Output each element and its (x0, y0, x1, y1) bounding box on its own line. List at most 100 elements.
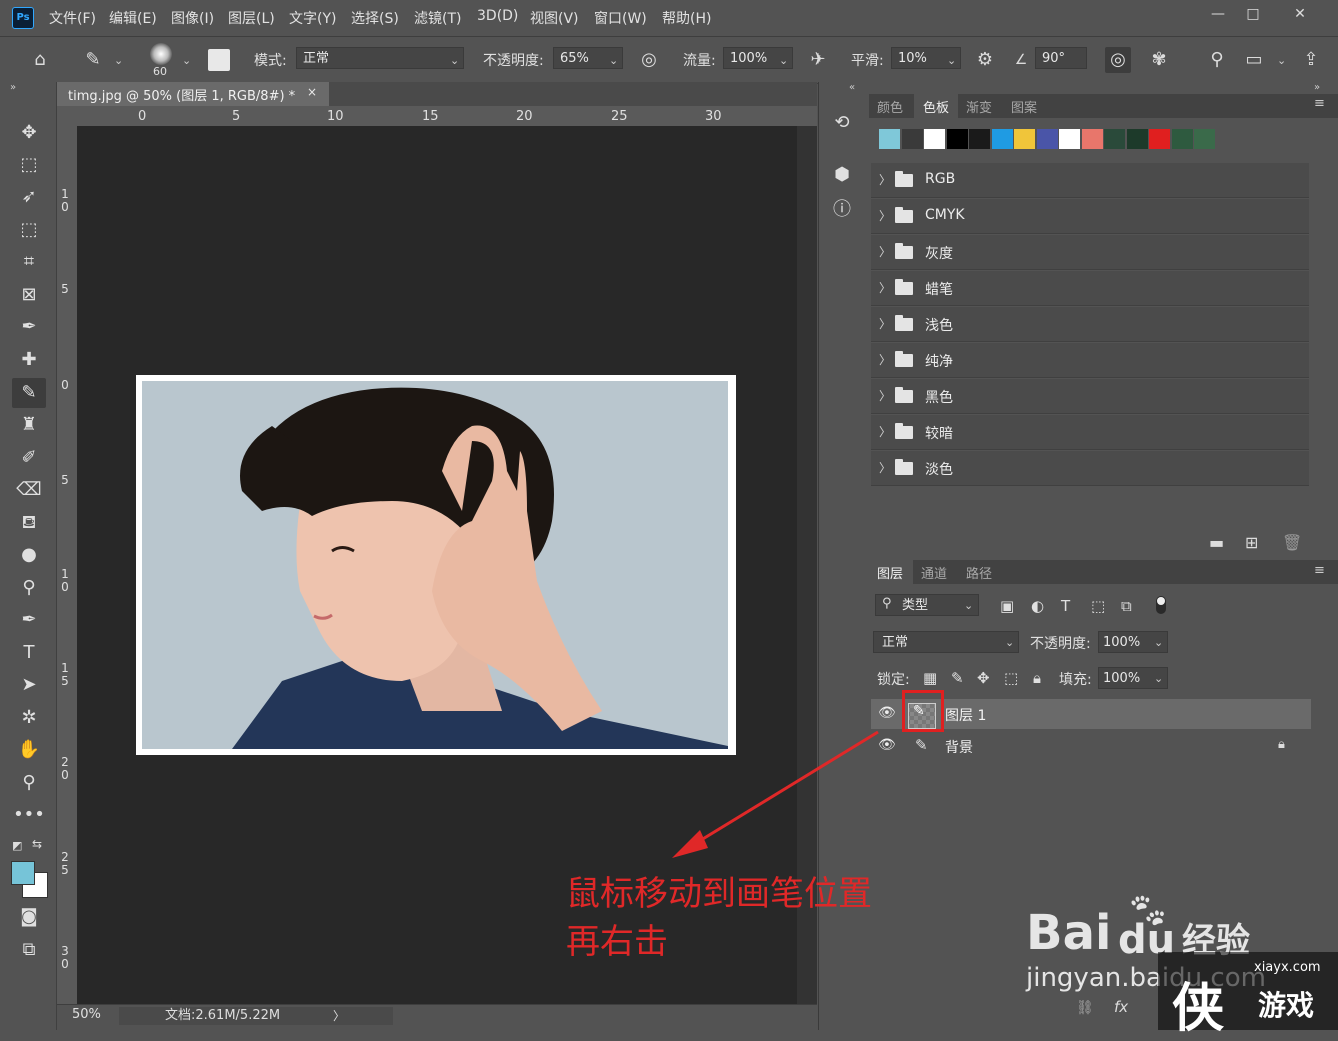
brush-tool-icon[interactable]: ✎ (12, 378, 46, 408)
menu-window[interactable]: 窗口(W) (594, 8, 647, 28)
tab-paths[interactable]: 路径 (966, 563, 992, 582)
color-swatch[interactable] (1036, 129, 1058, 149)
chevron-down-icon[interactable]: ⌄ (114, 54, 123, 67)
chevron-down-icon[interactable]: ⌄ (947, 54, 956, 67)
menu-image[interactable]: 图像(I) (171, 8, 214, 28)
status-menu-arrow[interactable]: 〉 (333, 1007, 345, 1024)
menu-file[interactable]: 文件(F) (49, 8, 96, 28)
hand-tool-icon[interactable]: ✋ (12, 735, 46, 765)
tab-swatches[interactable]: 色板 (923, 97, 949, 116)
chevron-down-icon[interactable]: ⌄ (1154, 636, 1163, 649)
zoom-level[interactable]: 50% (72, 1007, 101, 1022)
airbrush-icon[interactable]: ✈ (805, 47, 831, 73)
lock-all-icon[interactable]: 🔒︎ (1033, 669, 1041, 687)
menu-view[interactable]: 视图(V) (530, 8, 579, 28)
filter-adjustment-icon[interactable]: ◐ (1031, 597, 1044, 615)
swatch-folder[interactable]: 〉 较暗 (871, 415, 1309, 450)
expand-arrow-icon[interactable]: 〉 (879, 207, 891, 224)
workspace-icon[interactable]: ▭ (1241, 47, 1267, 73)
clone-stamp-tool-icon[interactable]: ♜ (12, 410, 46, 440)
eye-icon[interactable]: 👁︎ (878, 705, 896, 721)
color-swatch[interactable] (991, 129, 1013, 149)
layer-row-background[interactable]: 👁︎ ✎ 背景 🔒︎ (871, 731, 1311, 761)
swap-colors-icon[interactable]: ⇆ (32, 837, 42, 851)
chevron-down-icon[interactable]: ⌄ (779, 54, 788, 67)
new-group-icon[interactable]: ▬ (1209, 533, 1224, 552)
eraser-tool-icon[interactable]: ⌫ (12, 475, 46, 505)
brush-panel-icon[interactable] (208, 49, 230, 71)
swatch-folder[interactable]: 〉 RGB (871, 163, 1309, 198)
chevron-down-icon[interactable]: ⌄ (1154, 672, 1163, 685)
healing-brush-tool-icon[interactable]: ✚ (12, 345, 46, 375)
color-swatch[interactable] (1149, 129, 1170, 149)
menu-type[interactable]: 文字(Y) (289, 8, 336, 28)
pressure-size-icon[interactable]: ◎ (1105, 47, 1131, 73)
swatch-folder[interactable]: 〉 淡色 (871, 451, 1309, 486)
panel-menu-icon[interactable]: ≡ (1314, 563, 1325, 578)
filter-shape-icon[interactable]: ⬚ (1091, 597, 1105, 615)
chevron-down-icon[interactable]: ⌄ (1277, 54, 1286, 67)
filter-pixel-icon[interactable]: ▣ (1000, 597, 1014, 615)
close-tab-icon[interactable]: × (307, 85, 317, 99)
delete-icon[interactable]: 🗑 (1282, 533, 1302, 552)
menu-3d[interactable]: 3D(D) (477, 8, 518, 24)
share-icon[interactable]: ⇪ (1298, 47, 1324, 73)
angle-field[interactable]: 90° (1035, 47, 1087, 69)
blend-mode-select[interactable]: 正常 (873, 631, 1019, 653)
expand-arrow-icon[interactable]: 〉 (879, 315, 891, 332)
path-select-tool-icon[interactable]: ➤ (12, 670, 46, 700)
marquee-tool-icon[interactable]: ⬚ (12, 150, 46, 180)
foreground-color-swatch[interactable] (11, 861, 35, 885)
tab-patterns[interactable]: 图案 (1011, 97, 1037, 116)
filter-type-icon[interactable]: T (1061, 597, 1070, 615)
crop-tool-icon[interactable]: ⌗ (12, 247, 46, 277)
document-tab[interactable]: timg.jpg @ 50% (图层 1, RGB/8#) * × (57, 82, 329, 106)
gear-icon[interactable]: ⚙ (972, 47, 998, 73)
tab-gradients[interactable]: 渐变 (966, 97, 992, 116)
frame-tool-icon[interactable]: ⊠ (12, 280, 46, 310)
panel-menu-icon[interactable]: ≡ (1314, 96, 1325, 111)
color-swatch[interactable] (1194, 129, 1215, 149)
tab-channels[interactable]: 通道 (921, 563, 947, 582)
lock-position-icon[interactable]: ✥ (977, 669, 990, 687)
swatch-folder[interactable]: 〉 蜡笔 (871, 271, 1309, 306)
color-swatch[interactable] (1126, 129, 1148, 149)
info-panel-icon[interactable]: ⓘ (829, 197, 855, 223)
menu-select[interactable]: 选择(S) (351, 8, 399, 28)
brush-tip-icon[interactable] (150, 43, 172, 65)
zoom-tool-icon[interactable]: ⚲ (12, 768, 46, 798)
expand-arrow-icon[interactable]: 〉 (879, 243, 891, 260)
color-swatch[interactable] (946, 129, 968, 149)
color-swatch[interactable] (969, 129, 990, 149)
document-image[interactable] (136, 375, 736, 755)
3d-panel-icon[interactable]: ⬢ (829, 162, 855, 188)
chevron-down-icon[interactable]: ⌄ (182, 54, 191, 67)
object-select-tool-icon[interactable]: ⬚ (12, 215, 46, 245)
lasso-tool-icon[interactable]: ➶ (12, 182, 46, 212)
mode-select[interactable]: 正常 (296, 47, 464, 69)
search-icon[interactable]: ⚲ (1204, 47, 1230, 73)
expand-arrow-icon[interactable]: 〉 (879, 459, 891, 476)
lock-artboard-icon[interactable]: ⬚ (1004, 669, 1018, 687)
color-swatch[interactable] (924, 129, 945, 149)
quick-mask-icon[interactable]: ◙ (12, 902, 46, 932)
default-colors-icon[interactable]: ◩ (12, 839, 22, 852)
move-tool-icon[interactable]: ✥ (12, 118, 46, 148)
close-window-button[interactable]: ✕ (1286, 4, 1314, 24)
pen-tool-icon[interactable]: ✒ (12, 605, 46, 635)
history-brush-tool-icon[interactable]: ✐ (12, 443, 46, 473)
dodge-tool-icon[interactable]: ⚲ (12, 573, 46, 603)
menu-help[interactable]: 帮助(H) (662, 8, 711, 28)
eyedropper-tool-icon[interactable]: ✒ (12, 312, 46, 342)
screen-mode-icon[interactable]: ⧉ (12, 935, 46, 965)
swatch-folder[interactable]: 〉 浅色 (871, 307, 1309, 342)
pressure-opacity-icon[interactable]: ◎ (636, 47, 662, 73)
color-swatch[interactable] (1081, 129, 1103, 149)
restore-button[interactable]: □ (1239, 4, 1267, 24)
expand-arrow-icon[interactable]: 〉 (879, 423, 891, 440)
color-swatch[interactable] (1171, 129, 1193, 149)
symmetry-icon[interactable]: ✾ (1146, 47, 1172, 73)
minimize-button[interactable]: — (1204, 4, 1232, 24)
layer-name[interactable]: 背景 (945, 737, 973, 757)
blur-tool-icon[interactable]: ● (12, 540, 46, 570)
